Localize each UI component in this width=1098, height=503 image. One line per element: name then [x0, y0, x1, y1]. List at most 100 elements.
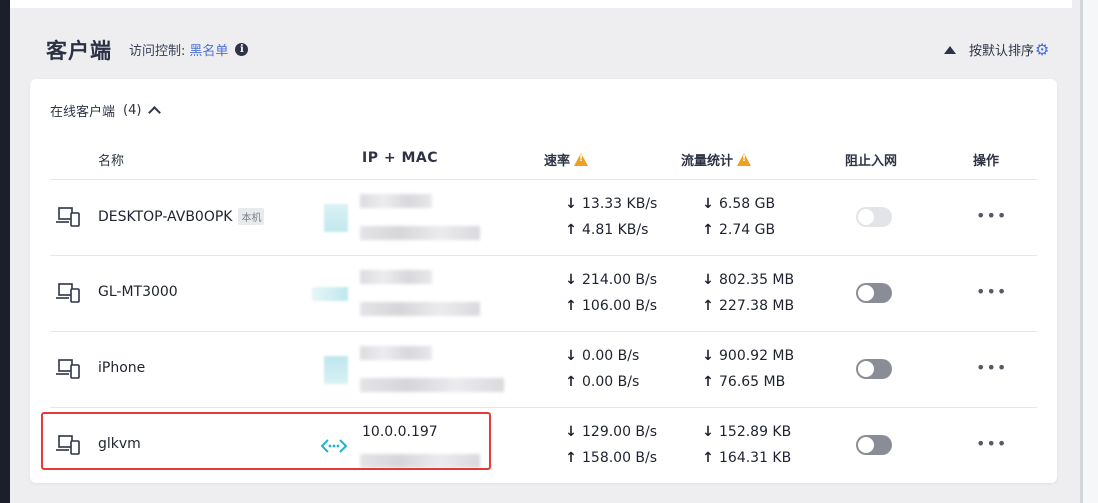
rate-down-value: 214.00 B/s	[582, 272, 658, 288]
column-header-name: 名称	[98, 154, 125, 169]
sort-label: 按默认排序	[969, 44, 1035, 59]
arrow-down-icon: ↓	[565, 424, 577, 440]
traffic-up-value: 2.74 GB	[719, 222, 776, 238]
arrow-up-icon: ↑	[565, 450, 577, 466]
device-name-text: iPhone	[98, 360, 146, 376]
column-header-rate: 速率	[544, 150, 589, 169]
devices-icon	[56, 283, 80, 303]
traffic-up-value: 164.31 KB	[719, 450, 792, 466]
rate-up: ↑ 4.81 KB/s	[564, 222, 648, 238]
rate-up: ↑ 158.00 B/s	[564, 450, 657, 466]
block-toggle	[856, 207, 892, 227]
arrow-up-icon: ↑	[702, 222, 714, 238]
gear-icon[interactable]: ⚙	[1035, 41, 1049, 58]
local-badge: 本机	[238, 208, 265, 225]
device-name-text: DESKTOP-AVB0OPK	[98, 208, 233, 225]
block-toggle[interactable]	[856, 435, 892, 455]
warning-icon[interactable]	[574, 153, 589, 166]
warning-icon[interactable]	[737, 153, 752, 166]
traffic-up: ↑ 164.31 KB	[701, 450, 791, 466]
traffic-down-value: 6.58 GB	[719, 196, 776, 212]
rate-down-value: 0.00 B/s	[582, 348, 640, 364]
traffic-down: ↓ 6.58 GB	[701, 196, 775, 212]
traffic-down: ↓ 900.92 MB	[701, 348, 794, 364]
traffic-down-value: 802.35 MB	[719, 272, 795, 288]
more-options-icon[interactable]: •••	[976, 282, 1007, 301]
rate-down: ↓ 13.33 KB/s	[564, 196, 657, 212]
block-toggle[interactable]	[856, 359, 892, 379]
rate-up-value: 106.00 B/s	[582, 298, 658, 314]
more-options-icon[interactable]: •••	[976, 358, 1007, 377]
more-options-icon[interactable]: •••	[976, 434, 1007, 453]
online-clients-toggle[interactable]: 在线客户端 (4)	[50, 101, 162, 120]
column-header-ip-mac: IP + MAC	[362, 150, 438, 166]
connection-type-icon	[312, 287, 348, 301]
rate-down-value: 129.00 B/s	[582, 424, 658, 440]
rate-down: ↓ 214.00 B/s	[564, 272, 657, 288]
rate-up-value: 4.81 KB/s	[582, 222, 649, 238]
rate-down: ↓ 0.00 B/s	[564, 348, 639, 364]
arrow-down-icon: ↓	[565, 196, 577, 212]
ip-address-redacted	[360, 194, 432, 208]
rate-up: ↑ 106.00 B/s	[564, 298, 657, 314]
devices-icon	[56, 359, 80, 379]
traffic-down: ↓ 802.35 MB	[701, 272, 794, 288]
rate-up: ↑ 0.00 B/s	[564, 374, 639, 390]
column-header-ops: 操作	[973, 154, 1000, 169]
access-control-label: 访问控制:	[129, 44, 186, 59]
more-options-icon[interactable]: •••	[976, 206, 1007, 225]
arrow-up-icon: ↑	[565, 374, 577, 390]
traffic-down-value: 152.89 KB	[719, 424, 792, 440]
arrow-down-icon: ↓	[702, 348, 714, 364]
arrow-down-icon: ↓	[565, 272, 577, 288]
access-control-link[interactable]: 黑名单	[189, 40, 228, 59]
traffic-up: ↑ 227.38 MB	[701, 298, 794, 314]
column-header-block: 阻止入网	[845, 154, 898, 169]
rate-down: ↓ 129.00 B/s	[564, 424, 657, 440]
online-clients-label: 在线客户端	[50, 105, 116, 120]
device-name: DESKTOP-AVB0OPK 本机	[98, 208, 265, 225]
rate-up-value: 158.00 B/s	[582, 450, 658, 466]
right-pane	[1083, 0, 1098, 503]
arrow-up-icon: ↑	[565, 222, 577, 238]
arrow-down-icon: ↓	[702, 196, 714, 212]
rate-up-value: 0.00 B/s	[582, 374, 640, 390]
mac-address-redacted	[360, 226, 480, 240]
table-row: iPhone ↓ 0.00 B/s ↑ 0.00 B/s ↓ 900.92 MB ↑ 7…	[50, 331, 1037, 408]
block-toggle[interactable]	[856, 283, 892, 303]
traffic-down-value: 900.92 MB	[719, 348, 795, 364]
traffic-up: ↑ 76.65 MB	[701, 374, 785, 390]
arrow-down-icon: ↓	[565, 348, 577, 364]
traffic-up-value: 76.65 MB	[719, 374, 786, 390]
column-header-traffic: 流量统计	[681, 150, 752, 169]
table-row: GL-MT3000 ↓ 214.00 B/s ↑ 106.00 B/s ↓ 802.3…	[50, 255, 1037, 332]
sort-button[interactable]: 按默认排序 ⚙	[944, 40, 1049, 59]
highlight-box	[41, 412, 491, 470]
ip-address-redacted	[360, 346, 432, 360]
connection-type-icon	[324, 204, 348, 232]
arrow-up-icon: ↑	[702, 374, 714, 390]
column-header-traffic-label: 流量统计	[681, 154, 734, 169]
page-title: 客户端	[46, 39, 112, 63]
access-control: 访问控制: 黑名单 i	[129, 40, 249, 59]
traffic-down: ↓ 152.89 KB	[701, 424, 791, 440]
app-sidebar-edge	[0, 0, 10, 503]
device-name-text: GL-MT3000	[98, 284, 178, 300]
devices-icon	[56, 207, 80, 227]
mac-address-redacted	[360, 378, 504, 392]
arrow-down-icon: ↓	[702, 424, 714, 440]
traffic-up-value: 227.38 MB	[719, 298, 795, 314]
mac-address-redacted	[360, 302, 480, 316]
traffic-up: ↑ 2.74 GB	[701, 222, 775, 238]
arrow-up-icon: ↑	[565, 298, 577, 314]
device-name: iPhone	[98, 360, 145, 376]
device-name: GL-MT3000	[98, 284, 178, 300]
rate-down-value: 13.33 KB/s	[582, 196, 658, 212]
ip-address-redacted	[360, 270, 432, 284]
triangle-up-icon	[944, 45, 956, 54]
info-icon[interactable]: i	[235, 43, 249, 56]
online-clients-count: (4)	[123, 103, 142, 118]
column-header-rate-label: 速率	[544, 154, 571, 169]
top-panel-edge	[10, 0, 1072, 8]
arrow-up-icon: ↑	[702, 450, 714, 466]
